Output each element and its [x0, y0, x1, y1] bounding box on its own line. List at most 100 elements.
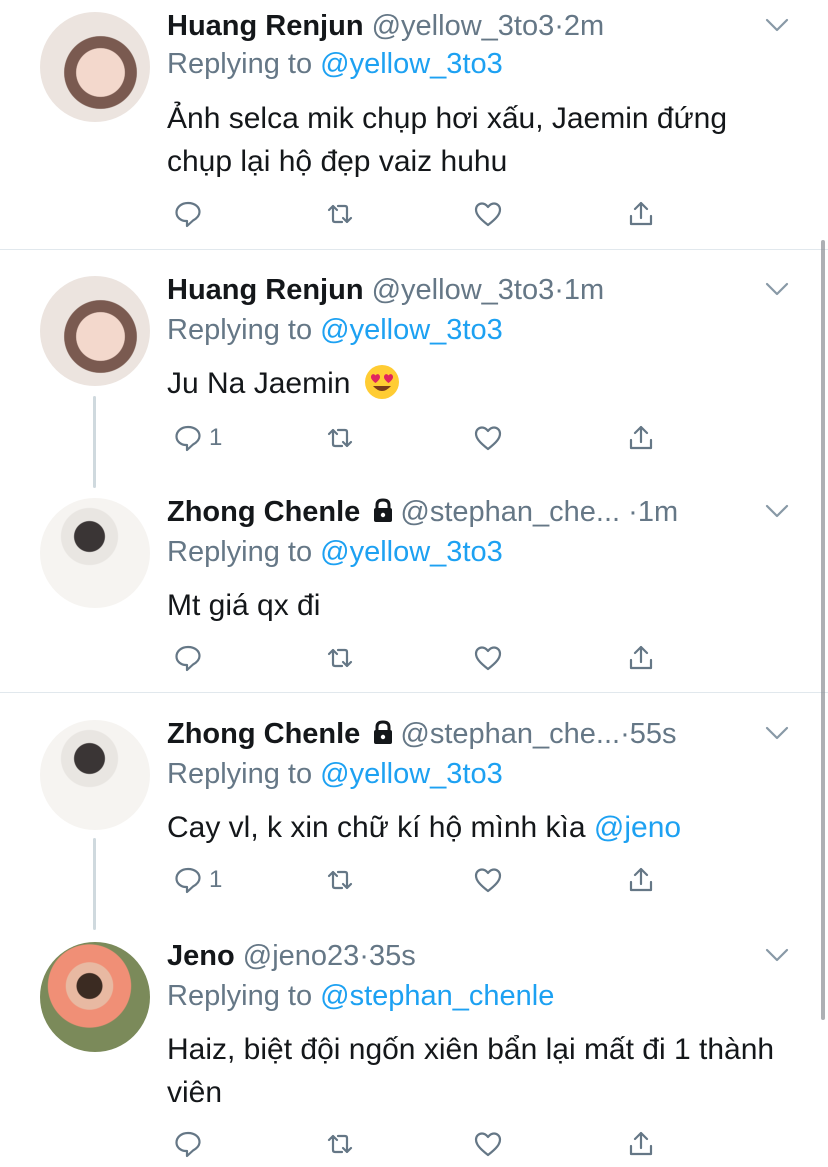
tweet[interactable]: Huang Renjun @yellow_3to3·1m Replying to… — [0, 270, 828, 470]
avatar[interactable] — [40, 498, 150, 608]
share-button[interactable] — [626, 1124, 656, 1164]
avatar[interactable] — [40, 942, 150, 1052]
replying-to: Replying to @yellow_3to3 — [167, 534, 503, 570]
retweet-button[interactable] — [325, 638, 355, 678]
replying-to-mention[interactable]: @yellow_3to3 — [320, 314, 503, 346]
heart-icon — [474, 1132, 502, 1157]
timestamp[interactable]: 55s — [630, 718, 677, 750]
display-name[interactable]: Zhong Chenle — [167, 496, 360, 528]
text-mention[interactable]: @jeno — [594, 811, 681, 844]
avatar[interactable] — [40, 12, 150, 122]
avatar[interactable] — [40, 276, 150, 386]
replying-to-mention[interactable]: @yellow_3to3 — [320, 758, 503, 790]
display-name[interactable]: Jeno — [167, 940, 235, 972]
replying-to: Replying to @yellow_3to3 — [167, 756, 503, 792]
retweet-button[interactable] — [325, 418, 355, 458]
tweet-header: Zhong Chenle @stephan_che...·55s — [167, 716, 677, 756]
heart-icon — [474, 426, 502, 451]
replying-to-mention[interactable]: @yellow_3to3 — [320, 48, 503, 80]
tweet-actions: 1 — [167, 418, 767, 458]
share-button[interactable] — [626, 638, 656, 678]
tweet-actions — [167, 638, 767, 678]
share-icon — [629, 201, 653, 226]
reply-count: 1 — [209, 866, 223, 893]
user-handle[interactable]: @stephan_che... — [400, 718, 620, 750]
share-button[interactable] — [626, 860, 656, 900]
tweet[interactable]: Zhong Chenle @stephan_che... ·1m Replyin… — [0, 492, 828, 692]
timestamp[interactable]: 1m — [638, 496, 678, 528]
tweet-header: Zhong Chenle @stephan_che... ·1m — [167, 494, 678, 534]
retweet-icon — [327, 1134, 353, 1154]
tweet-text-row: Ju Na Jaemin — [167, 362, 787, 405]
retweet-button[interactable] — [325, 1124, 355, 1164]
separator-dot: · — [359, 940, 369, 972]
lock-icon — [374, 498, 393, 522]
timestamp[interactable]: 1m — [564, 274, 604, 306]
replying-label: Replying to — [167, 758, 313, 790]
separator-dot: · — [620, 718, 630, 750]
chevron-down-icon[interactable] — [764, 280, 790, 298]
heart-eyes-emoji — [364, 365, 399, 399]
replying-to-mention[interactable]: @stephan_chenle — [320, 980, 554, 1012]
reply-button[interactable] — [173, 1124, 209, 1164]
display-name[interactable]: Huang Renjun — [167, 274, 364, 306]
reply-button[interactable]: 1 — [173, 860, 222, 900]
share-button[interactable] — [626, 418, 656, 458]
tweet[interactable]: Zhong Chenle @stephan_che...·55s Replyin… — [0, 714, 828, 914]
share-icon — [629, 867, 653, 892]
reply-icon — [175, 201, 201, 228]
display-name[interactable]: Zhong Chenle — [167, 718, 360, 750]
heart-icon — [474, 202, 502, 227]
replying-to-mention[interactable]: @yellow_3to3 — [320, 536, 503, 568]
tweet[interactable]: Huang Renjun @yellow_3to3·2m Replying to… — [0, 0, 828, 248]
retweet-button[interactable] — [325, 860, 355, 900]
tweet-text: Cay vl, k xin chữ kí hộ mình kìa — [167, 811, 586, 844]
tweet-actions — [167, 1124, 767, 1164]
replying-label: Replying to — [167, 980, 313, 1012]
chevron-down-icon[interactable] — [764, 502, 790, 520]
retweet-button[interactable] — [325, 194, 355, 234]
separator-dot: · — [554, 10, 564, 42]
share-icon — [629, 645, 653, 670]
like-button[interactable] — [473, 1124, 503, 1164]
like-button[interactable] — [473, 194, 503, 234]
like-button[interactable] — [473, 638, 503, 678]
timestamp[interactable]: 35s — [369, 940, 416, 972]
timestamp[interactable]: 2m — [564, 10, 604, 42]
reply-button[interactable]: 1 — [173, 418, 222, 458]
retweet-icon — [327, 428, 353, 448]
chevron-down-icon[interactable] — [764, 946, 790, 964]
like-button[interactable] — [473, 860, 503, 900]
display-name[interactable]: Huang Renjun — [167, 10, 364, 42]
user-handle[interactable]: @jeno23 — [243, 940, 360, 972]
like-button[interactable] — [473, 418, 503, 458]
heart-icon — [474, 646, 502, 671]
retweet-icon — [327, 648, 353, 668]
reply-button[interactable] — [173, 194, 209, 234]
retweet-icon — [327, 204, 353, 224]
chevron-down-icon[interactable] — [764, 724, 790, 742]
chevron-down-icon[interactable] — [764, 16, 790, 34]
scrollbar[interactable] — [821, 240, 825, 1020]
replying-to: Replying to @yellow_3to3 — [167, 312, 503, 348]
reply-button[interactable] — [173, 638, 209, 678]
tweet-actions — [167, 194, 767, 234]
tweet-header: Huang Renjun @yellow_3to3·1m — [167, 272, 604, 312]
tweet-text: Haiz, biệt đội ngốn xiên bẩn lại mất đi … — [167, 1033, 775, 1109]
reply-icon — [175, 425, 201, 452]
user-handle[interactable]: @stephan_che... — [400, 496, 620, 528]
tweet-header: Huang Renjun @yellow_3to3·2m — [167, 8, 604, 48]
reply-count: 1 — [209, 424, 223, 451]
user-handle[interactable]: @yellow_3to3 — [372, 10, 555, 42]
avatar[interactable] — [40, 720, 150, 830]
tweet[interactable]: Jeno @jeno23·35s Replying to @stephan_ch… — [0, 936, 828, 1167]
share-icon — [629, 425, 653, 450]
replying-to: Replying to @stephan_chenle — [167, 978, 554, 1014]
user-handle[interactable]: @yellow_3to3 — [372, 274, 555, 306]
share-icon — [629, 1131, 653, 1156]
replying-to: Replying to @yellow_3to3 — [167, 46, 503, 82]
reply-icon — [175, 1131, 201, 1158]
replying-label: Replying to — [167, 48, 313, 80]
share-button[interactable] — [626, 194, 656, 234]
replying-label: Replying to — [167, 314, 313, 346]
